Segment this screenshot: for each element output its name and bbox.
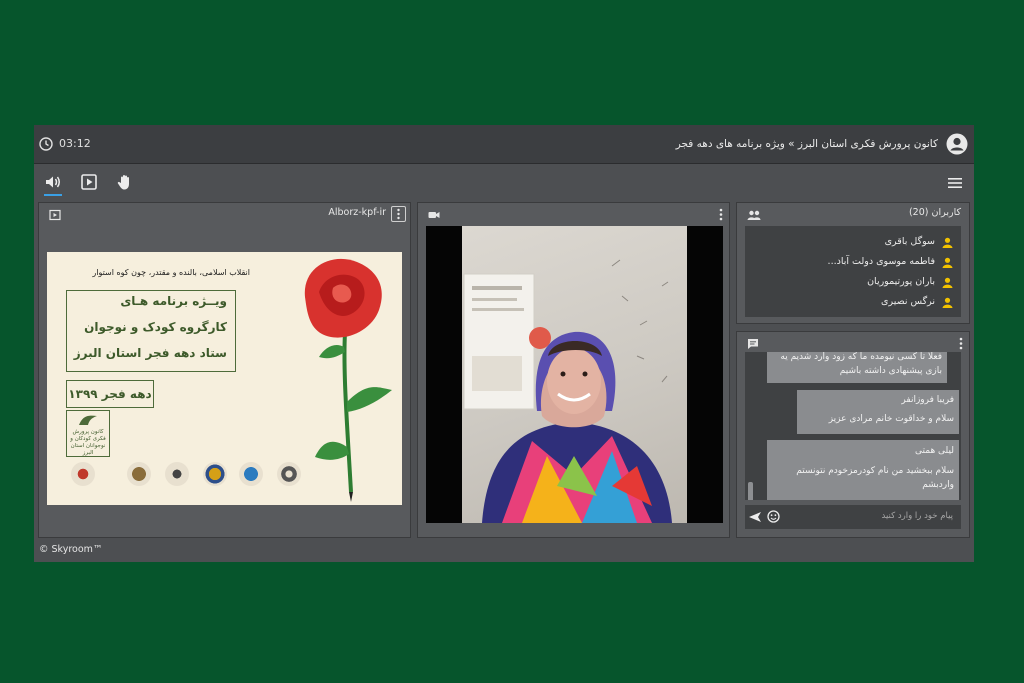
users-group-icon [747, 210, 761, 220]
user-icon [942, 277, 953, 288]
chat-message: فعلا تا کسی نیومده ما که زود وارد شدیم ی… [767, 352, 947, 383]
slide-title-line-1: ویــژه برنامه هـای [120, 294, 227, 308]
user-icon [942, 297, 953, 308]
skyroom-brand: © Skyroom™ [39, 544, 103, 555]
hamburger-menu-icon[interactable] [948, 177, 962, 189]
slide-title-line-3: ستاد دهه فجر استان البرز [73, 346, 227, 360]
users-list: سوگل باقری فاطمه موسوی دولت آباد... بارا… [745, 226, 961, 317]
user-name: سوگل باقری [884, 236, 935, 247]
presentation-panel: Alborz-kpf-ir انقلاب اسلامی، بالنده و مق… [38, 202, 411, 538]
slide-title-box: ویــژه برنامه هـای کارگروه کودک و نوجوان… [66, 290, 236, 372]
chat-sender: فریبا فروزانفر [901, 395, 954, 405]
user-item[interactable]: فاطمه موسوی دولت آباد... [753, 254, 953, 272]
partner-logo-2 [127, 462, 151, 486]
chat-options-icon[interactable] [959, 337, 963, 350]
presentation-slide: انقلاب اسلامی، بالنده و مقتدر، چون کوه ا… [47, 252, 402, 505]
users-panel: کاربران (20) سوگل باقری فاطمه موسوی دولت… [736, 202, 970, 324]
webcam-video [426, 226, 723, 523]
title-bar: 03:12 کانون پرورش فکری استان البرز » ویژ… [34, 125, 974, 164]
chat-message: فریبا فروزانفر سلام و خداقوت خانم مرادی … [797, 390, 959, 434]
webcam-options-icon[interactable] [719, 208, 723, 221]
bird-logo-icon [79, 415, 97, 425]
user-name: باران پورتیموریان [867, 276, 935, 287]
presentation-options-button[interactable] [391, 206, 406, 222]
chat-input-placeholder: پیام خود را وارد کنید [881, 511, 953, 521]
speaker-active-indicator [44, 194, 62, 196]
partner-logo-1 [71, 462, 95, 486]
users-count-title: کاربران (20) [908, 207, 961, 218]
send-icon[interactable] [748, 511, 762, 523]
chat-icon [748, 339, 758, 349]
skyroom-window: 03:12 کانون پرورش فکری استان البرز » ویژ… [34, 125, 974, 562]
user-item[interactable]: سوگل باقری [753, 234, 953, 252]
raise-hand-icon[interactable] [116, 173, 134, 191]
session-timer: 03:12 [59, 137, 91, 150]
video-camera-icon [428, 212, 440, 218]
chat-messages: فعلا تا کسی نیومده ما که زود وارد شدیم ی… [745, 352, 961, 500]
slide-slogan: انقلاب اسلامی، بالنده و مقتدر، چون کوه ا… [92, 268, 250, 277]
presenter-figure [463, 259, 672, 523]
emoji-icon[interactable] [767, 510, 780, 523]
chat-sender: لیلی همتی [915, 446, 954, 456]
chat-message-text: سلام و خداقوت خانم مرادی عزیز [828, 414, 954, 424]
chat-message-text: سلام ببخشید من نام کودرمزخودم نتونستم وا… [796, 466, 954, 490]
account-icon[interactable] [946, 133, 968, 155]
slide-title-line-2: کارگروه کودک و نوجوان [84, 320, 227, 334]
user-item[interactable]: باران پورتیموریان [753, 274, 953, 292]
partner-logo-4 [203, 462, 227, 486]
clock-icon [39, 137, 53, 151]
user-icon [942, 237, 953, 248]
user-icon [942, 257, 953, 268]
room-title: کانون پرورش فکری استان البرز » ویژه برنا… [675, 138, 938, 150]
logo-caption: کانون پرورش فکری کودکان و نوجوانان استان… [70, 429, 106, 456]
kebab-icon [397, 208, 400, 220]
webcam-feed [462, 226, 687, 523]
slide-date: دهه فجر ۱۳۹۹ [66, 380, 154, 408]
presenter-label: Alborz-kpf-ir [328, 207, 386, 218]
user-item[interactable]: نرگس نصیری [753, 294, 953, 312]
toolbar [34, 164, 974, 200]
presentation-icon [49, 209, 61, 221]
chat-panel: فعلا تا کسی نیومده ما که زود وارد شدیم ی… [736, 331, 970, 538]
chat-message-text: فعلا تا کسی نیومده ما که زود وارد شدیم ی… [780, 352, 942, 376]
speaker-icon[interactable] [44, 173, 62, 191]
chat-input[interactable]: پیام خود را وارد کنید [745, 505, 961, 529]
chat-scrollbar[interactable] [748, 482, 753, 500]
user-name: فاطمه موسوی دولت آباد... [827, 256, 935, 267]
user-name: نرگس نصیری [881, 296, 935, 307]
webcam-panel [417, 202, 730, 538]
rose-illustration [304, 258, 392, 502]
kanoon-logo: کانون پرورش فکری کودکان و نوجوانان استان… [66, 410, 110, 457]
media-play-icon[interactable] [80, 173, 98, 191]
partner-logo-3 [165, 462, 189, 486]
chat-message: لیلی همتی سلام ببخشید من نام کودرمزخودم … [767, 440, 959, 500]
